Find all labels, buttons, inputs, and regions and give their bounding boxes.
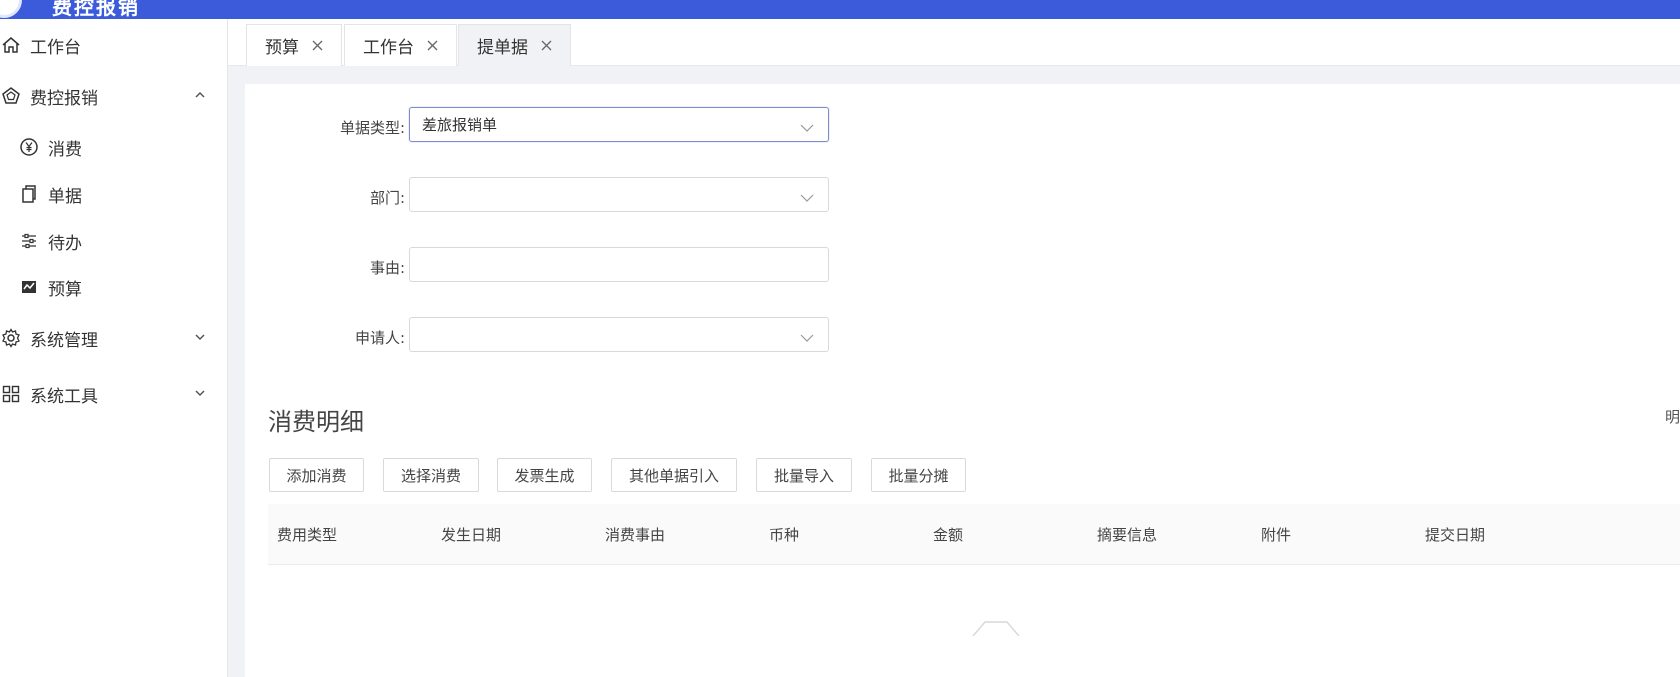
column-header: 发生日期	[441, 526, 502, 544]
chevron-up-icon	[193, 88, 207, 102]
sidebar-item-label: 消费	[48, 139, 82, 160]
applicant-select[interactable]	[409, 317, 829, 352]
documents-icon	[18, 183, 40, 205]
logo-icon	[0, 0, 22, 18]
sidebar-item-label: 预算	[48, 279, 82, 300]
column-header: 消费事由	[605, 526, 666, 544]
generate-invoice-button[interactable]: 发票生成	[497, 458, 592, 492]
batch-import-button[interactable]: 批量导入	[756, 458, 852, 492]
sidebar: 工作台 费控报销 消费 单据 待办 预算 系统管理 系统工具	[0, 19, 228, 677]
chevron-down-icon	[193, 386, 207, 400]
tab-workbench[interactable]: 工作台	[344, 24, 457, 66]
sidebar-item-documents[interactable]: 单据	[0, 174, 227, 214]
top-bar: 费控报销	[0, 0, 1680, 19]
sidebar-item-label: 待办	[48, 233, 82, 254]
gear-icon	[0, 327, 22, 349]
doc-type-value: 差旅报销单	[422, 116, 498, 134]
sidebar-item-label: 工作台	[30, 37, 81, 58]
chevron-down-icon	[800, 329, 814, 342]
sidebar-item-label: 系统工具	[30, 386, 98, 407]
brand-title: 费控报销	[52, 0, 140, 19]
table-header: 费用类型 发生日期 消费事由 币种 金额 摘要信息 附件 提交日期	[268, 504, 1680, 565]
add-expense-button[interactable]: 添加消费	[269, 458, 364, 492]
sidebar-item-workbench[interactable]: 工作台	[0, 25, 227, 65]
import-other-docs-button[interactable]: 其他单据引入	[611, 458, 737, 492]
column-header: 金额	[933, 526, 964, 544]
chevron-down-icon	[800, 119, 814, 132]
close-icon[interactable]	[311, 40, 323, 52]
chevron-down-icon	[193, 330, 207, 344]
column-header: 费用类型	[277, 526, 338, 544]
sidebar-item-label: 单据	[48, 186, 82, 207]
chart-icon	[18, 276, 40, 298]
reason-input[interactable]	[409, 247, 829, 282]
reason-label: 事由:	[369, 259, 405, 277]
grid-icon	[0, 383, 22, 405]
column-header: 附件	[1261, 526, 1292, 544]
tab-budget[interactable]: 预算	[246, 24, 342, 66]
tab-label: 预算	[265, 38, 299, 58]
pentagon-icon	[0, 85, 22, 107]
batch-allocate-button[interactable]: 批量分摊	[871, 458, 966, 492]
sidebar-item-label: 系统管理	[30, 330, 98, 351]
doc-type-label: 单据类型:	[339, 119, 405, 137]
tab-bar: 预算 工作台 提单据	[228, 19, 1680, 66]
applicant-label: 申请人:	[354, 329, 405, 347]
select-expense-button[interactable]: 选择消费	[383, 458, 479, 492]
column-header: 提交日期	[1425, 526, 1486, 544]
sidebar-item-label: 费控报销	[30, 88, 98, 109]
home-icon	[0, 34, 22, 56]
sidebar-item-expense-control[interactable]: 费控报销	[0, 76, 227, 116]
chevron-down-icon	[800, 189, 814, 202]
sidebar-item-consumption[interactable]: 消费	[0, 127, 227, 167]
column-header: 摘要信息	[1097, 526, 1158, 544]
close-icon[interactable]	[426, 40, 438, 52]
yen-circle-icon	[18, 136, 40, 158]
column-header: 币种	[769, 526, 800, 544]
close-icon[interactable]	[540, 40, 552, 52]
sidebar-item-budget[interactable]: 预算	[0, 267, 227, 307]
tab-label: 工作台	[363, 38, 414, 58]
sidebar-item-todo[interactable]: 待办	[0, 221, 227, 261]
sliders-icon	[18, 230, 40, 252]
section-title: 消费明细	[268, 408, 364, 436]
right-edge-text: 明	[1664, 408, 1680, 426]
sidebar-item-system-management[interactable]: 系统管理	[0, 318, 227, 358]
main-content: 单据类型: 差旅报销单 部门: 事由: 申请人: 消费明细 明 添加消费 选择消…	[245, 84, 1680, 677]
tab-label: 提单据	[477, 38, 528, 58]
dept-label: 部门:	[369, 189, 405, 207]
doc-type-select[interactable]: 差旅报销单	[409, 107, 829, 142]
tab-submit-document[interactable]: 提单据	[458, 24, 571, 66]
dept-select[interactable]	[409, 177, 829, 212]
sidebar-item-system-tools[interactable]: 系统工具	[0, 374, 227, 414]
empty-data-icon	[971, 620, 1021, 640]
